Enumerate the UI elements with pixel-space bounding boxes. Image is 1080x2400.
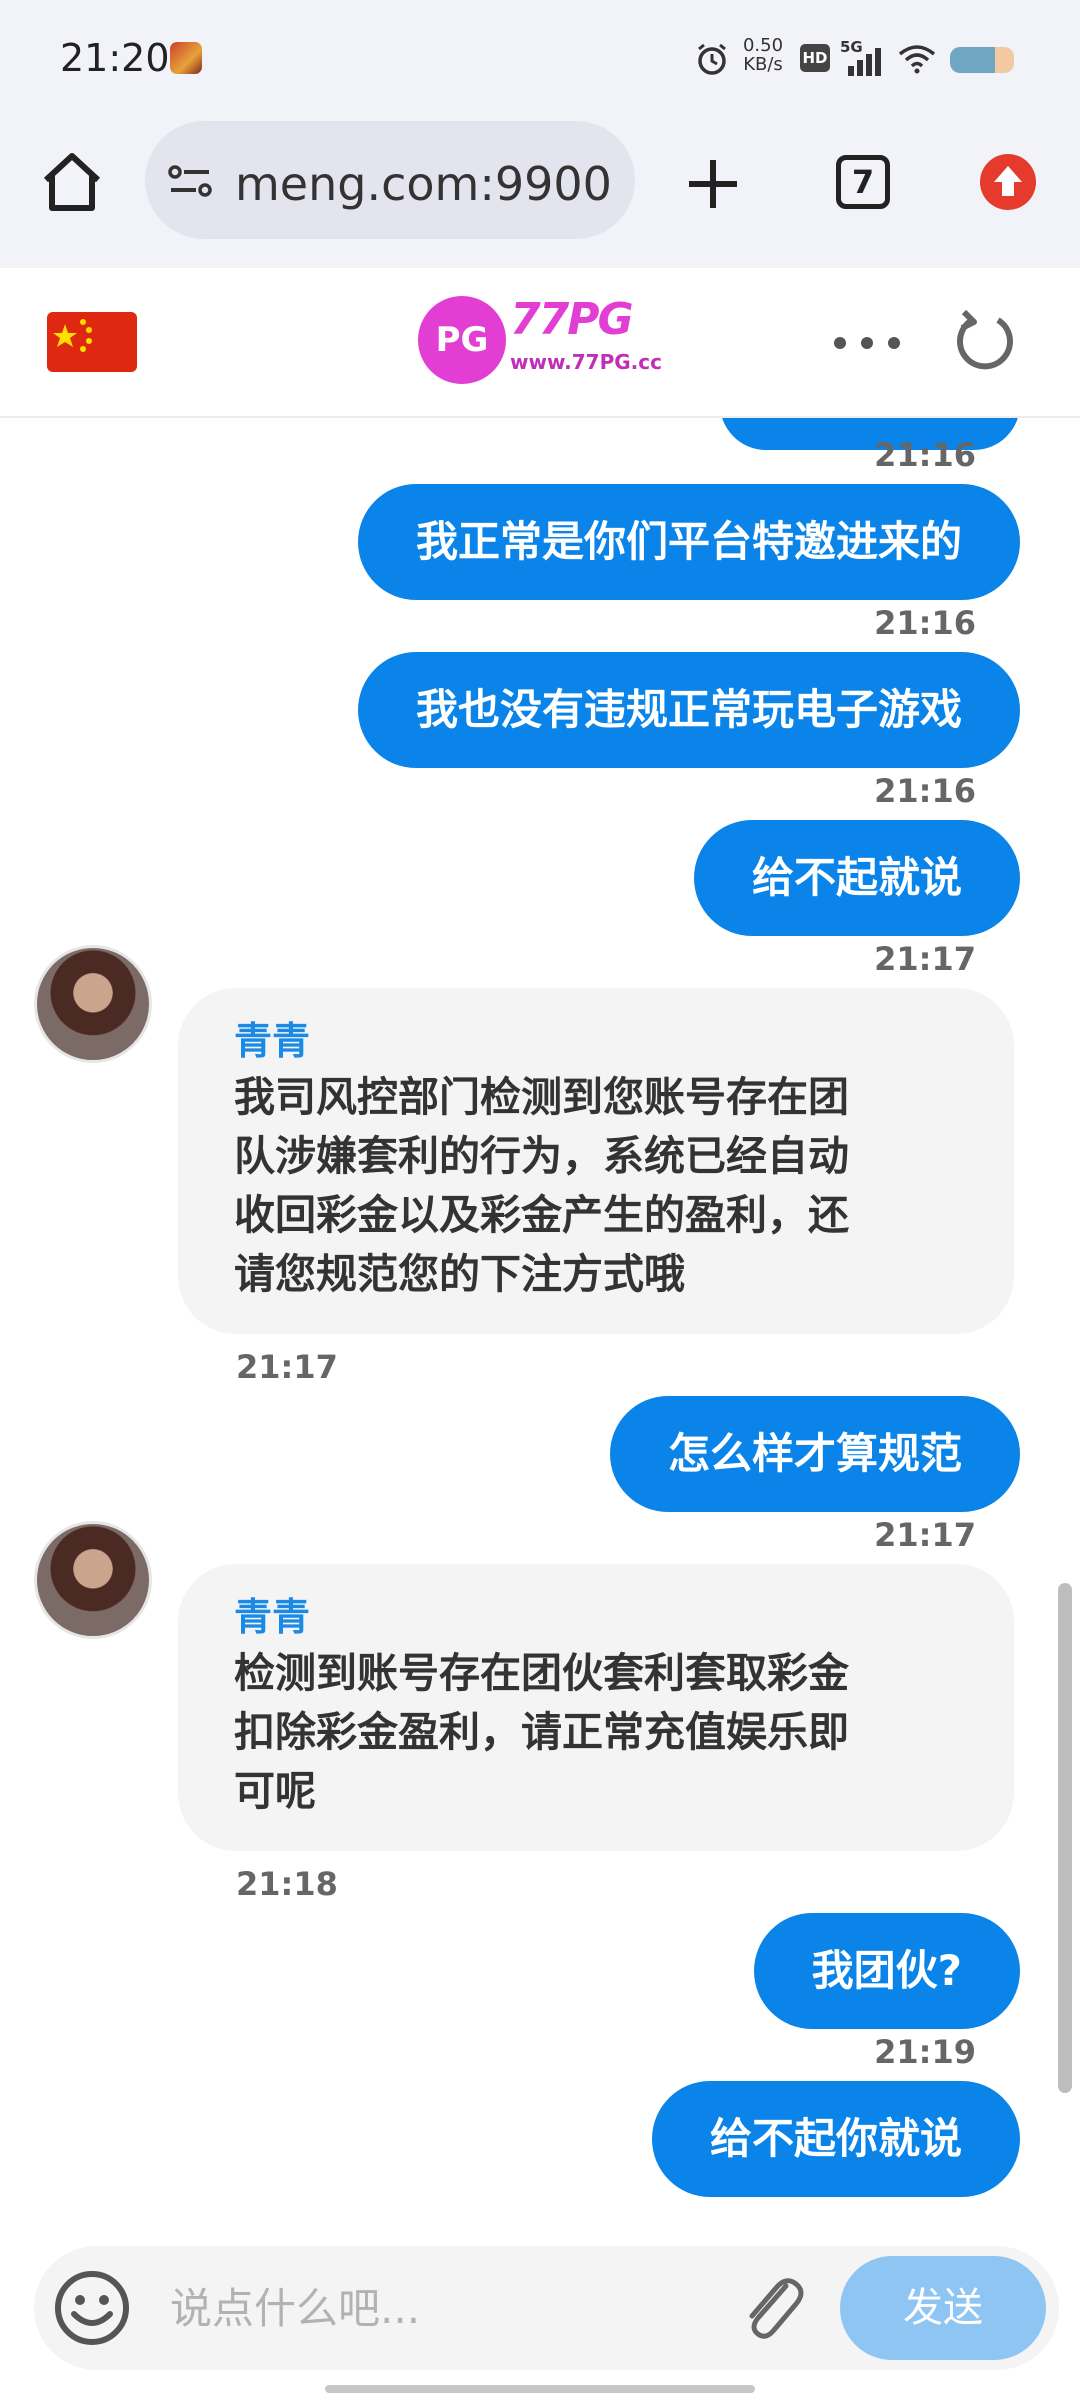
- game-app-icon: [170, 42, 202, 74]
- send-button[interactable]: 发送: [840, 2256, 1046, 2360]
- plus-icon[interactable]: [683, 154, 743, 214]
- reload-icon[interactable]: [952, 308, 1018, 374]
- message-line: 请您规范您的下注方式哦: [234, 1250, 685, 1298]
- message-line: 我司风控部门检测到您账号存在团: [234, 1073, 849, 1121]
- logo-badge: PG: [418, 296, 506, 384]
- outgoing-message-bubble: 给不起你就说: [651, 2081, 1020, 2197]
- hd-badge: HD: [800, 44, 830, 72]
- message-line: 收回彩金以及彩金产生的盈利，还: [234, 1191, 849, 1239]
- agent-avatar[interactable]: [34, 945, 152, 1063]
- attach-icon[interactable]: [734, 2268, 810, 2352]
- browser-toolbar: meng.com:9900 7: [0, 118, 1080, 268]
- site-logo[interactable]: PG 77PG www.77PG.cc: [418, 292, 662, 388]
- logo-name: 77PG: [510, 294, 634, 345]
- signal-icon: 5G: [840, 38, 881, 76]
- update-icon[interactable]: [980, 154, 1036, 210]
- status-bar: 21:20 0.50 KB/s HD 5G: [0, 0, 1080, 118]
- outgoing-message-bubble: 我团伙?: [753, 1913, 1020, 2029]
- message-time: 21:19: [874, 2033, 976, 2071]
- outgoing-message-bubble: 我也没有违规正常玩电子游戏: [357, 652, 1020, 768]
- more-icon[interactable]: [830, 330, 904, 356]
- message-time: 21:17: [236, 1348, 338, 1386]
- message-line: 检测到账号存在团伙套利套取彩金: [234, 1649, 849, 1697]
- tabs-button[interactable]: 7: [836, 155, 890, 209]
- message-line: 扣除彩金盈利，请正常充值娱乐即: [234, 1708, 849, 1756]
- message-line: 队涉嫌套利的行为，系统已经自动: [234, 1132, 849, 1180]
- home-indicator[interactable]: [325, 2385, 755, 2393]
- site-info-icon[interactable]: [167, 163, 213, 199]
- url-text: meng.com:9900: [235, 157, 612, 211]
- message-time: 21:16: [874, 436, 976, 474]
- emoji-icon[interactable]: [52, 2268, 132, 2348]
- sender-name: 青青: [234, 1019, 311, 1063]
- message-input[interactable]: [170, 2276, 730, 2340]
- message-line: 可呢: [234, 1767, 316, 1815]
- message-time: 21:16: [874, 772, 976, 810]
- net-speed-unit: KB/s: [743, 54, 783, 75]
- chat-scrollbar[interactable]: [1058, 1583, 1072, 2093]
- message-time: 21:17: [874, 1516, 976, 1554]
- address-bar[interactable]: meng.com:9900: [145, 121, 635, 239]
- wifi-icon: [898, 45, 936, 74]
- battery-icon: [950, 47, 1014, 73]
- signal-label: 5G: [840, 38, 863, 56]
- china-flag-icon[interactable]: [47, 312, 137, 372]
- message-composer: 发送: [34, 2246, 1059, 2370]
- net-speed-value: 0.50: [742, 35, 784, 56]
- outgoing-message-bubble: 怎么样才算规范: [609, 1396, 1020, 1512]
- message-time: 21:16: [874, 604, 976, 642]
- message-time: 21:18: [236, 1865, 338, 1903]
- home-icon[interactable]: [38, 148, 106, 216]
- sender-name: 青青: [234, 1595, 311, 1639]
- incoming-message-bubble: 青青 我司风控部门检测到您账号存在团 队涉嫌套利的行为，系统已经自动 收回彩金以…: [178, 988, 1014, 1334]
- logo-url: www.77PG.cc: [510, 350, 662, 374]
- alarm-icon: [698, 43, 726, 75]
- outgoing-message-bubble: 我正常是你们平台特邀进来的: [357, 484, 1020, 600]
- site-header: PG 77PG www.77PG.cc: [0, 268, 1080, 418]
- agent-avatar[interactable]: [34, 1521, 152, 1639]
- outgoing-message-bubble: 给不起就说: [693, 820, 1020, 936]
- status-time: 21:20: [60, 36, 170, 80]
- message-time: 21:17: [874, 940, 976, 978]
- chat-message-list[interactable]: 21:16 我正常是你们平台特邀进来的 21:16 我也没有违规正常玩电子游戏 …: [0, 418, 1080, 2208]
- incoming-message-bubble: 青青 检测到账号存在团伙套利套取彩金 扣除彩金盈利，请正常充值娱乐即 可呢: [178, 1564, 1014, 1851]
- net-speed: 0.50 KB/s: [736, 36, 790, 74]
